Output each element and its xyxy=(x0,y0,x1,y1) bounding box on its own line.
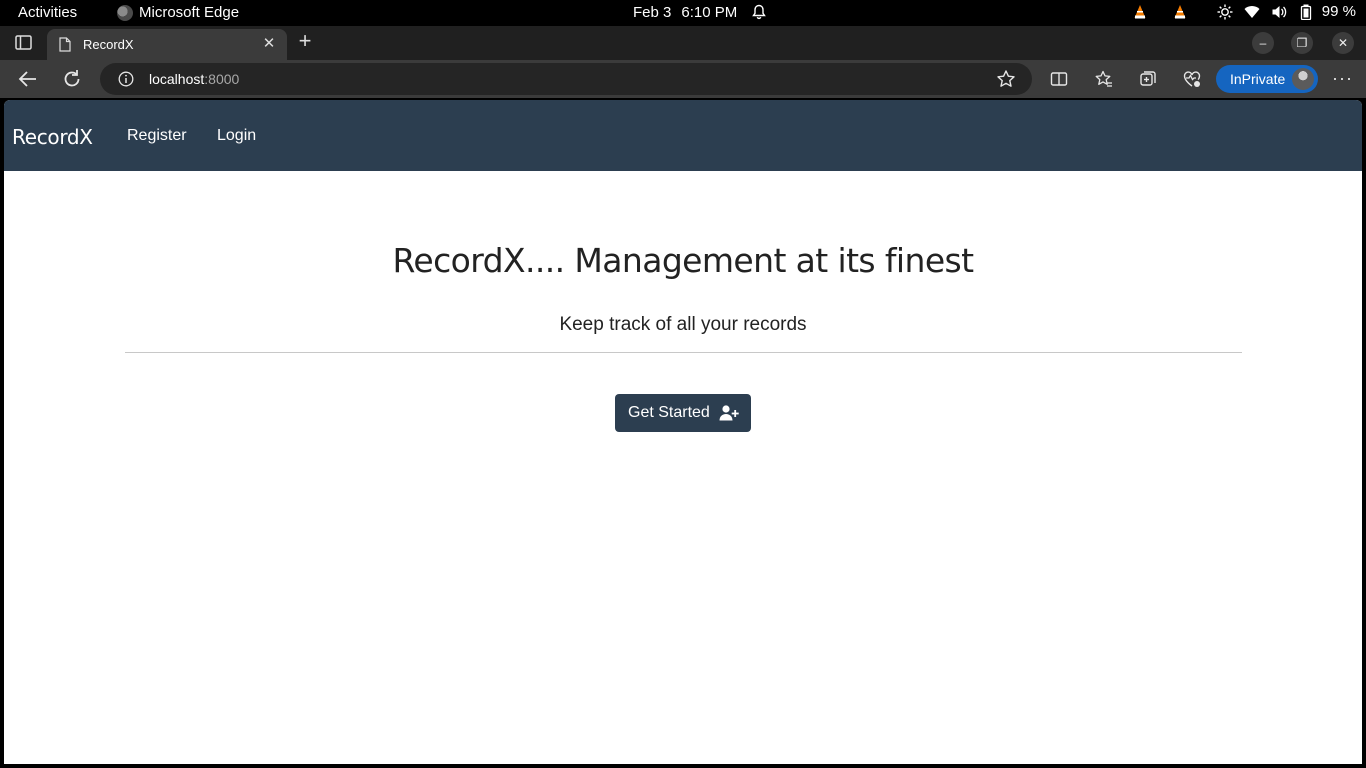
hero-subtitle: Keep track of all your records xyxy=(559,314,807,335)
battery-percent: 99 % xyxy=(1321,3,1356,20)
brightness-icon xyxy=(1217,4,1233,19)
favorites-icon[interactable] xyxy=(1094,69,1114,89)
site-brand[interactable]: RecordX xyxy=(12,125,93,149)
url-text: localhost:8000 xyxy=(149,71,239,87)
clock-time: 6:10 PM xyxy=(681,4,738,21)
url-host: localhost xyxy=(149,71,205,87)
back-icon[interactable] xyxy=(17,68,39,90)
user-plus-icon xyxy=(719,405,739,421)
address-bar[interactable]: localhost:8000 xyxy=(100,63,1032,95)
tab-strip: RecordX ✕ + – ❐ ✕ xyxy=(0,26,1366,60)
tab-title: RecordX xyxy=(83,37,134,52)
vlc-icon xyxy=(1134,4,1146,18)
system-tray[interactable]: 99 % xyxy=(1121,3,1356,20)
clock[interactable]: Feb 3 6:10 PM xyxy=(633,4,737,21)
get-started-button[interactable]: Get Started xyxy=(615,394,751,432)
restore-icon[interactable]: ❐ xyxy=(1291,32,1313,54)
inprivate-button[interactable]: InPrivate xyxy=(1216,65,1318,93)
get-started-label: Get Started xyxy=(628,404,710,421)
nav-register-link[interactable]: Register xyxy=(127,127,187,145)
profile-avatar xyxy=(1292,68,1314,90)
reload-icon[interactable] xyxy=(61,68,83,90)
collections-icon[interactable] xyxy=(1138,69,1158,89)
url-port: :8000 xyxy=(204,71,240,87)
clock-date: Feb 3 xyxy=(633,4,672,21)
favorite-star-icon[interactable] xyxy=(996,69,1016,89)
battery-icon xyxy=(1300,4,1311,20)
page-viewport: RecordX Register Login RecordX.... Manag… xyxy=(4,100,1362,764)
wifi-icon xyxy=(1244,5,1260,18)
close-window-icon[interactable]: ✕ xyxy=(1332,32,1354,54)
notification-bell-icon xyxy=(752,4,766,20)
browser-toolbar: localhost:8000 InPrivate ··· xyxy=(0,60,1366,98)
volume-icon xyxy=(1272,5,1287,18)
activities-button[interactable]: Activities xyxy=(18,4,77,21)
tab-recordx[interactable]: RecordX ✕ xyxy=(47,29,287,60)
nav-login-link[interactable]: Login xyxy=(217,127,256,145)
new-tab-icon[interactable]: + xyxy=(295,30,315,52)
hero-title: RecordX.... Management at its finest xyxy=(392,241,975,280)
site-info-icon[interactable] xyxy=(118,71,134,87)
more-menu-icon[interactable]: ··· xyxy=(1332,68,1352,89)
divider xyxy=(125,352,1242,353)
split-screen-icon[interactable] xyxy=(1049,69,1069,89)
page-icon xyxy=(59,37,71,52)
vlc-icon xyxy=(1174,4,1186,18)
app-name: Microsoft Edge xyxy=(139,4,240,21)
edge-logo-icon xyxy=(117,4,133,21)
system-top-bar: Activities Microsoft Edge Feb 3 6:10 PM xyxy=(0,0,1366,26)
inprivate-label: InPrivate xyxy=(1230,71,1286,87)
tab-actions-icon[interactable] xyxy=(14,34,34,52)
app-menu[interactable]: Microsoft Edge xyxy=(117,4,239,21)
site-navbar: RecordX Register Login xyxy=(4,100,1362,171)
minimize-icon[interactable]: – xyxy=(1252,32,1274,54)
browser-essentials-icon[interactable] xyxy=(1182,69,1202,89)
close-tab-icon[interactable]: ✕ xyxy=(261,36,277,52)
